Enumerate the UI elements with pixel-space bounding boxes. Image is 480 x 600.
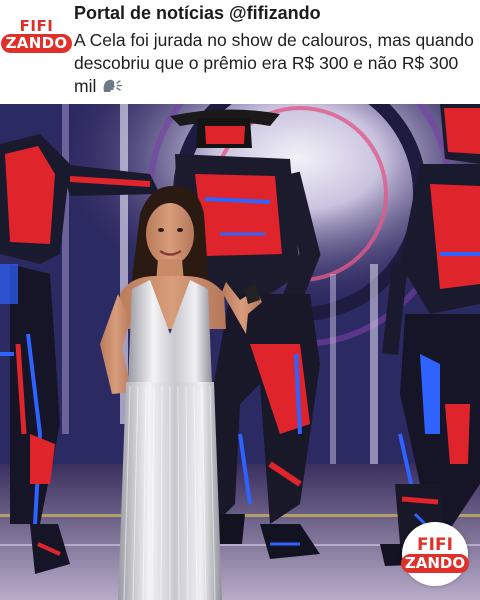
watermark-logo-bottom: ZANDO [400,553,470,573]
watermark-logo-top: FIFI [417,534,453,555]
avatar[interactable]: FIFI ZANDO [0,9,73,61]
avatar-logo-bottom: ZANDO [0,33,73,53]
post-header: FIFI ZANDO Portal de notícias @fifizando… [0,0,480,104]
post-caption-text: A Cela foi jurada no show de calouros, m… [74,30,474,96]
watermark-logo: FIFI ZANDO [400,522,470,586]
stage-scene [0,104,480,600]
post-photo[interactable]: FIFI ZANDO [0,104,480,600]
speaking-head-icon [103,79,123,92]
account-name[interactable]: Portal de notícias @fifizando [74,3,321,24]
post-caption: A Cela foi jurada no show de calouros, m… [74,29,474,98]
avatar-logo-top: FIFI [19,16,54,35]
